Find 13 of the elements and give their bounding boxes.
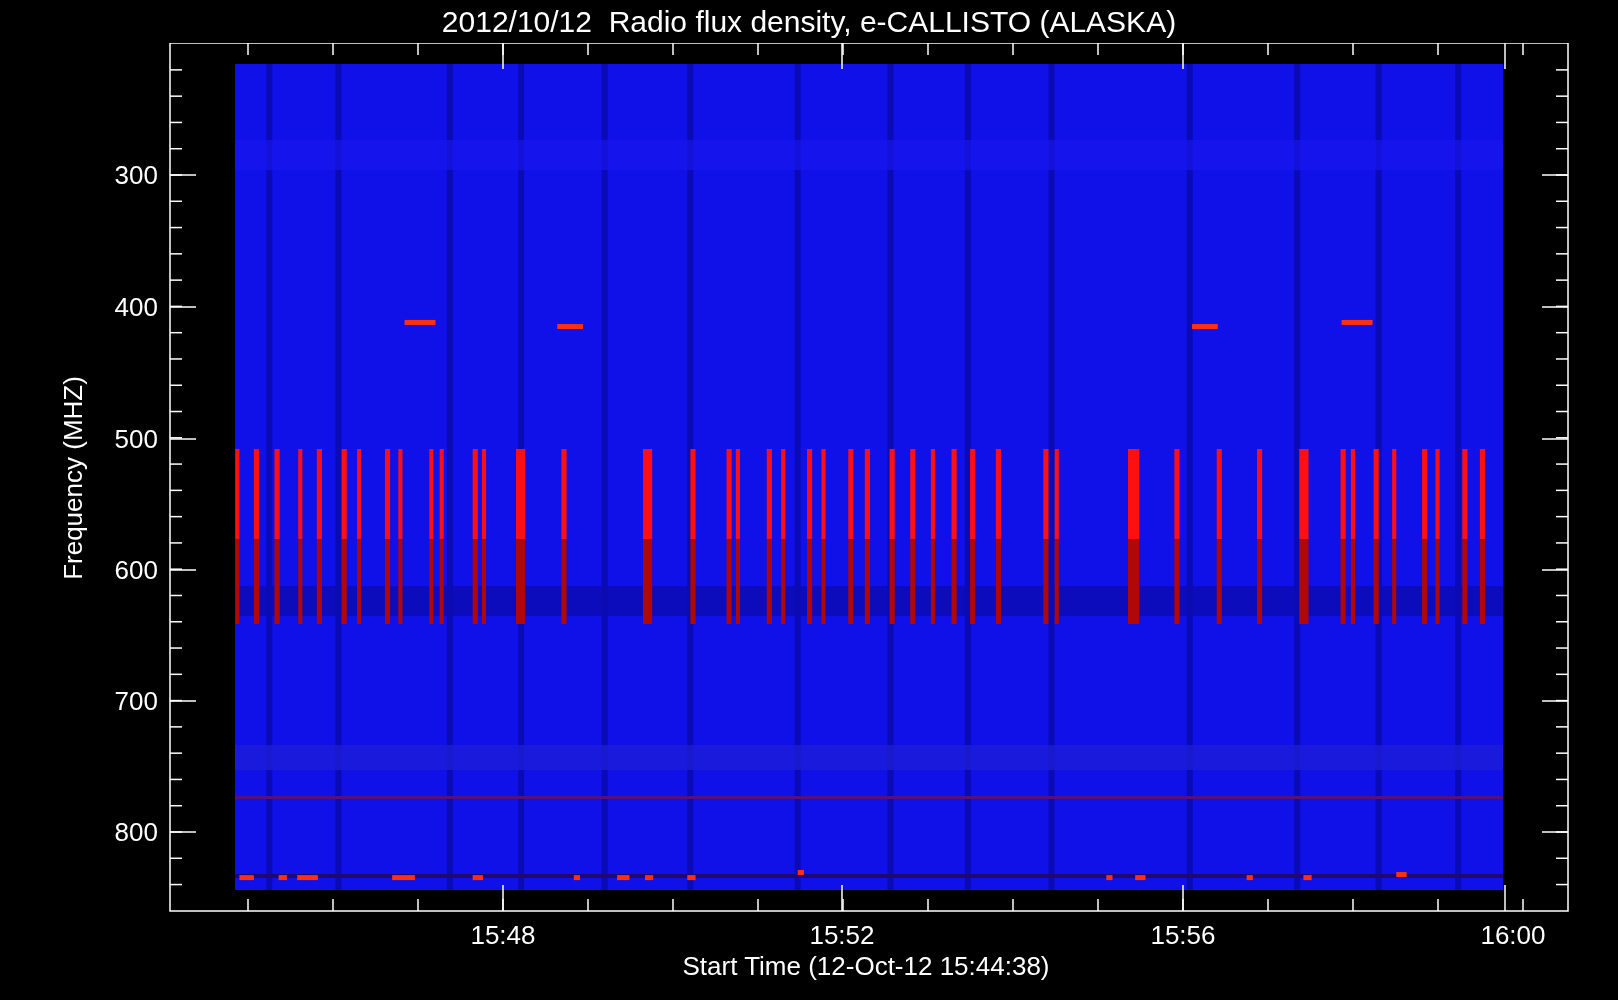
y-axis-label: Frequency (MHZ) — [58, 376, 88, 580]
x-tick-label: 16:00 — [1480, 920, 1546, 950]
x-tick-label: 15:48 — [470, 920, 536, 950]
y-tick-label: 500 — [114, 424, 158, 454]
y-tick-label: 600 — [114, 555, 158, 585]
y-tick-label: 800 — [114, 817, 158, 847]
y-tick-label: 300 — [114, 160, 158, 190]
y-tick-label: 700 — [114, 686, 158, 716]
x-axis-label: Start Time (12-Oct-12 15:44:38) — [682, 951, 1050, 981]
x-tick-label: 15:56 — [1150, 920, 1216, 950]
x-tick-label: 15:52 — [809, 920, 875, 950]
chart-title: 2012/10/12 Radio flux density, e-CALLISTO (ALASKA) — [441, 6, 1177, 37]
y-tick-label: 400 — [114, 292, 158, 322]
